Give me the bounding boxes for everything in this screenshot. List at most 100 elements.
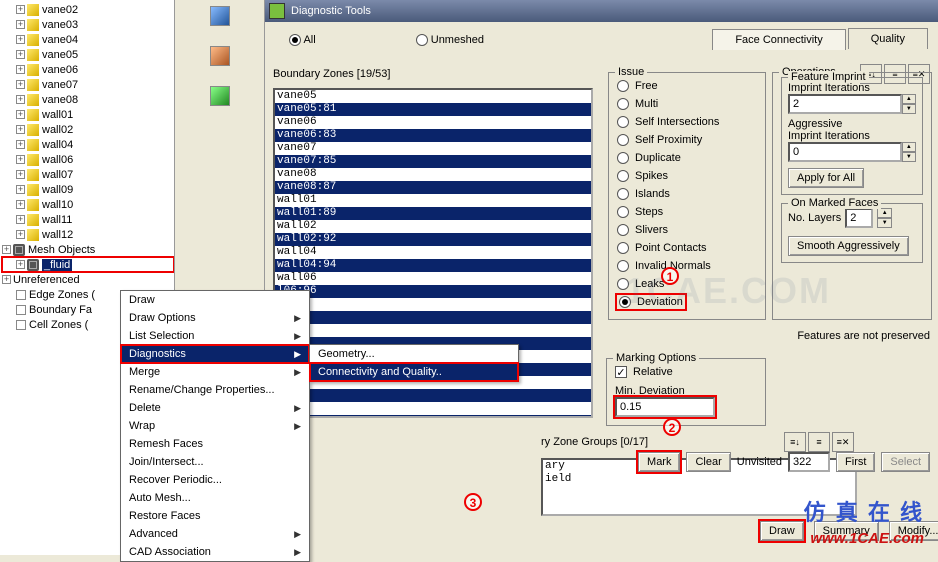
apply-for-all-button[interactable]: Apply for All bbox=[788, 168, 864, 188]
view-mode-icon[interactable] bbox=[210, 6, 230, 26]
issue-radio-self-intersections[interactable]: Self Intersections bbox=[617, 113, 757, 131]
first-button[interactable]: First bbox=[836, 452, 875, 472]
menu-recover-periodic-[interactable]: Recover Periodic... bbox=[121, 471, 309, 489]
issue-radio-steps[interactable]: Steps bbox=[617, 203, 757, 221]
list-item[interactable]: 7 bbox=[275, 298, 591, 311]
no-layers-input[interactable]: 2 bbox=[845, 208, 873, 228]
tree-item[interactable]: vane04 bbox=[2, 32, 174, 47]
tree-item[interactable]: vane06 bbox=[2, 62, 174, 77]
tree-item[interactable]: wall11 bbox=[2, 212, 174, 227]
issue-radio-multi[interactable]: Multi bbox=[617, 95, 757, 113]
menu-rename-change-properties-[interactable]: Rename/Change Properties... bbox=[121, 381, 309, 399]
watermark: 1CAE.COM bbox=[625, 270, 831, 312]
menu-restore-faces[interactable]: Restore Faces bbox=[121, 507, 309, 525]
tab-face-connectivity[interactable]: Face Connectivity bbox=[712, 29, 845, 50]
tree-item[interactable]: wall01 bbox=[2, 107, 174, 122]
list-item[interactable]: vane05:81 bbox=[275, 103, 591, 116]
tree-unreferenced[interactable]: Unreferenced bbox=[2, 272, 174, 287]
issue-radio-duplicate[interactable]: Duplicate bbox=[617, 149, 757, 167]
imprint-iter-input[interactable]: 2 bbox=[788, 94, 902, 114]
menu-remesh-faces[interactable]: Remesh Faces bbox=[121, 435, 309, 453]
min-deviation-input[interactable]: 0.15 bbox=[615, 397, 715, 417]
menu-advanced[interactable]: Advanced▶ bbox=[121, 525, 309, 543]
list-item[interactable]: vane06 bbox=[275, 116, 591, 129]
menu-list-selection[interactable]: List Selection▶ bbox=[121, 327, 309, 345]
menu-delete[interactable]: Delete▶ bbox=[121, 399, 309, 417]
tree-item[interactable]: wall12 bbox=[2, 227, 174, 242]
cube-icon bbox=[27, 109, 39, 121]
menu-merge[interactable]: Merge▶ bbox=[121, 363, 309, 381]
list-clear-icon[interactable]: ≡✕ bbox=[832, 432, 854, 452]
list-item[interactable]: 9 bbox=[275, 324, 591, 337]
mark-button[interactable]: Mark bbox=[638, 452, 680, 472]
tree-item[interactable]: wall07 bbox=[2, 167, 174, 182]
imprint-iter2-input[interactable]: 0 bbox=[788, 142, 902, 162]
list-item[interactable]: vane05 bbox=[275, 90, 591, 103]
list-sort-icon[interactable]: ≡↓ bbox=[784, 432, 806, 452]
tree-item[interactable]: vane07 bbox=[2, 77, 174, 92]
list-item[interactable]: vane08:87 bbox=[275, 181, 591, 194]
list-item[interactable]: ield bbox=[543, 473, 855, 486]
list-item[interactable]: wall02 bbox=[275, 220, 591, 233]
cube-icon bbox=[27, 49, 39, 61]
issue-radio-islands[interactable]: Islands bbox=[617, 185, 757, 203]
list-item[interactable]: 7:98 bbox=[275, 311, 591, 324]
tree-item[interactable]: vane05 bbox=[2, 47, 174, 62]
issue-radio-slivers[interactable]: Slivers bbox=[617, 221, 757, 239]
clear-button[interactable]: Clear bbox=[686, 452, 730, 472]
tree-fluid[interactable]: _fluid bbox=[2, 257, 174, 272]
submenu-geometry[interactable]: Geometry... bbox=[310, 345, 518, 363]
list-select-all-icon[interactable]: ≡ bbox=[808, 432, 830, 452]
smooth-aggressively-button[interactable]: Smooth Aggressively bbox=[788, 236, 909, 256]
list-item[interactable]: wall06 bbox=[275, 272, 591, 285]
issue-radio-point-contacts[interactable]: Point Contacts bbox=[617, 239, 757, 257]
list-item[interactable]: vane07 bbox=[275, 142, 591, 155]
issue-radio-spikes[interactable]: Spikes bbox=[617, 167, 757, 185]
list-item[interactable]: l06:96 bbox=[275, 285, 591, 298]
spinner-icon[interactable]: ▲▼ bbox=[902, 94, 916, 114]
spinner-icon[interactable]: ▲▼ bbox=[902, 142, 916, 162]
menu-draw[interactable]: Draw bbox=[121, 291, 309, 309]
menu-join-intersect-[interactable]: Join/Intersect... bbox=[121, 453, 309, 471]
cube-icon bbox=[27, 34, 39, 46]
locate-icon[interactable] bbox=[210, 46, 230, 66]
tree-item[interactable]: vane08 bbox=[2, 92, 174, 107]
list-item[interactable]: wall04 bbox=[275, 246, 591, 259]
list-item[interactable]: wall04:94 bbox=[275, 259, 591, 272]
list-item[interactable]: vane07:85 bbox=[275, 155, 591, 168]
spinner-icon[interactable]: ▲▼ bbox=[877, 208, 892, 228]
no-layers-label: No. Layers bbox=[788, 212, 841, 224]
tab-quality[interactable]: Quality bbox=[848, 28, 928, 49]
list-item[interactable]: 2:110 bbox=[275, 415, 591, 418]
cube-icon bbox=[27, 139, 39, 151]
menu-diagnostics[interactable]: Diagnostics▶ bbox=[121, 345, 309, 363]
sync-icon[interactable] bbox=[210, 86, 230, 106]
tree-item[interactable]: vane03 bbox=[2, 17, 174, 32]
list-item[interactable] bbox=[275, 389, 591, 402]
tree-item[interactable]: wall06 bbox=[2, 152, 174, 167]
tree-item[interactable]: wall09 bbox=[2, 182, 174, 197]
list-item[interactable]: wall01:89 bbox=[275, 207, 591, 220]
tree-item[interactable]: wall04 bbox=[2, 137, 174, 152]
tree-item[interactable]: wall02 bbox=[2, 122, 174, 137]
menu-auto-mesh-[interactable]: Auto Mesh... bbox=[121, 489, 309, 507]
menu-wrap[interactable]: Wrap▶ bbox=[121, 417, 309, 435]
radio-all[interactable]: All bbox=[289, 34, 316, 46]
tree-mesh-objects[interactable]: Mesh Objects bbox=[2, 242, 174, 257]
window-title-bar[interactable]: Diagnostic Tools bbox=[265, 0, 938, 22]
menu-draw-options[interactable]: Draw Options▶ bbox=[121, 309, 309, 327]
list-item[interactable]: vane06:83 bbox=[275, 129, 591, 142]
radio-unmeshed[interactable]: Unmeshed bbox=[416, 34, 484, 46]
list-item[interactable]: wall01 bbox=[275, 194, 591, 207]
list-item[interactable]: 2 bbox=[275, 402, 591, 415]
tree-item[interactable]: wall10 bbox=[2, 197, 174, 212]
issue-radio-free[interactable]: Free bbox=[617, 77, 757, 95]
menu-cad-association[interactable]: CAD Association▶ bbox=[121, 543, 309, 561]
relative-checkbox[interactable]: ✓Relative bbox=[615, 363, 757, 381]
submenu-connectivity-quality[interactable]: Connectivity and Quality.. bbox=[310, 363, 518, 381]
list-item[interactable]: vane08 bbox=[275, 168, 591, 181]
issue-radio-self-proximity[interactable]: Self Proximity bbox=[617, 131, 757, 149]
list-item[interactable]: wall02:92 bbox=[275, 233, 591, 246]
draw-button[interactable]: Draw bbox=[760, 521, 804, 541]
tree-item[interactable]: vane02 bbox=[2, 2, 174, 17]
